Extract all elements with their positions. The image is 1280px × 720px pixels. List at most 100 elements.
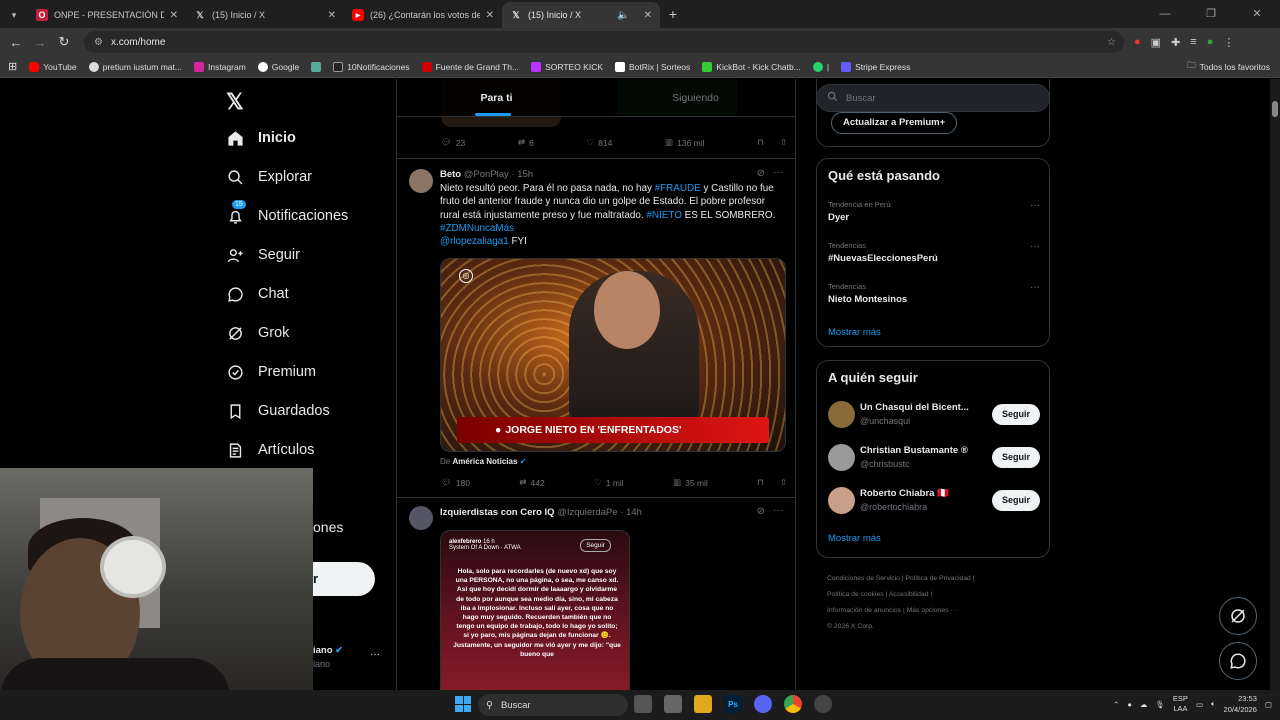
- premium-upgrade-button[interactable]: Actualizar a Premium+: [831, 112, 958, 134]
- grok-icon[interactable]: ⊘: [757, 168, 765, 179]
- more-icon[interactable]: ···: [1030, 241, 1040, 252]
- tab-for-you[interactable]: Para ti: [397, 79, 596, 116]
- bookmark-pretium[interactable]: pretium iustum mat...: [88, 61, 182, 72]
- author-name[interactable]: Beto: [440, 169, 461, 180]
- chrome-icon[interactable]: [784, 695, 802, 713]
- url-field[interactable]: ⚙ x.com/home ☆: [84, 31, 1124, 53]
- bookmark-whatsapp[interactable]: |: [812, 61, 829, 72]
- clock[interactable]: 23:53 20/4/2026: [1224, 693, 1257, 715]
- bookmark-youtube[interactable]: YouTube: [29, 61, 77, 72]
- bookmark-10notificaciones[interactable]: 10Notificaciones: [333, 61, 410, 72]
- bookmark-stripe[interactable]: Stripe Express: [841, 61, 910, 72]
- close-icon[interactable]: ✕: [328, 10, 336, 21]
- more-icon[interactable]: ···: [773, 167, 783, 178]
- profile-icon[interactable]: ●: [1207, 36, 1214, 49]
- more-icon[interactable]: ···: [1030, 282, 1040, 293]
- nav-grok[interactable]: Grok: [226, 324, 289, 342]
- discord-icon[interactable]: [754, 695, 772, 713]
- ads-info-link[interactable]: Información de anuncios: [827, 607, 901, 614]
- nav-bookmarks[interactable]: Guardados: [226, 402, 330, 420]
- reply-button[interactable]: 💬︎ 23: [441, 137, 465, 148]
- post-image-story[interactable]: alexfebrero 16 h System Of A Down · ATWA …: [440, 530, 630, 690]
- bookmark-icon[interactable]: ⊓: [757, 477, 764, 488]
- privacy-link[interactable]: Política de Privacidad: [905, 575, 970, 582]
- bookmark-unnamed[interactable]: [311, 61, 322, 72]
- suggested-user[interactable]: Christian Bustamante ® @chrisbustc Segui…: [828, 444, 1040, 474]
- tab-x-active[interactable]: 𝕏 (15) Inicio / X 🔈 ✕: [502, 2, 660, 28]
- hashtag-link[interactable]: #FRAUDE: [655, 183, 701, 194]
- tab-youtube[interactable]: ▶ (26) ¿Contarán los votos de ac ✕: [344, 2, 502, 28]
- follow-button[interactable]: Seguir: [991, 490, 1040, 511]
- windows-start-icon[interactable]: [455, 696, 471, 712]
- tab-x-1[interactable]: 𝕏 (15) Inicio / X ✕: [186, 2, 344, 28]
- suggested-user[interactable]: Un Chasqui del Bicent... @unchasqui Segu…: [828, 401, 1040, 431]
- views-button[interactable]: ▥ 35 mil: [673, 477, 708, 488]
- nav-articles[interactable]: Artículos: [226, 441, 314, 459]
- nav-chat[interactable]: Chat: [226, 285, 289, 303]
- taskbar-search[interactable]: ⚲ Buscar: [478, 694, 628, 716]
- repost-button[interactable]: ⇄ 442: [519, 477, 544, 488]
- nav-notifications[interactable]: 15 Notificaciones: [226, 200, 348, 225]
- avatar[interactable]: [828, 444, 855, 471]
- nav-follow[interactable]: Seguir: [226, 246, 300, 264]
- chevron-up-icon[interactable]: ⌃: [1113, 700, 1119, 709]
- close-icon[interactable]: ✕: [170, 10, 178, 21]
- maximize-button[interactable]: ❐: [1188, 0, 1234, 28]
- bookmark-botrix[interactable]: BotRix | Sorteos: [615, 61, 690, 72]
- all-bookmarks[interactable]: 🗀 Todos los favoritos: [1187, 60, 1270, 74]
- post-button[interactable]: r: [313, 562, 375, 596]
- like-button[interactable]: ♡ 814: [587, 137, 613, 148]
- source-name[interactable]: América Noticias: [452, 457, 517, 466]
- app-extra-icon[interactable]: [814, 695, 832, 713]
- post-video[interactable]: ◎ ● JORGE NIETO EN 'ENFRENTADOS': [440, 258, 786, 452]
- author-name[interactable]: Izquierdistas con Cero IQ: [440, 507, 555, 518]
- nav-explore[interactable]: Explorar: [226, 168, 312, 186]
- menu-icon[interactable]: ⋮: [1223, 36, 1234, 49]
- suggested-user[interactable]: Roberto Chiabra 🇵🇪 @robertochiabra Segui…: [828, 487, 1040, 517]
- post-time[interactable]: · 15h: [511, 169, 533, 180]
- tray-app-icon[interactable]: ●: [1127, 700, 1132, 709]
- avatar[interactable]: [409, 506, 433, 530]
- show-more-link[interactable]: Mostrar más: [828, 327, 881, 338]
- grok-icon[interactable]: ⊘: [757, 506, 765, 517]
- follow-button[interactable]: Seguir: [991, 404, 1040, 425]
- tab-following[interactable]: Siguiendo: [596, 79, 795, 116]
- nav-premium[interactable]: Premium: [226, 363, 316, 381]
- apps-icon[interactable]: ⊞: [8, 60, 17, 73]
- repost-button[interactable]: ⇄ 6: [518, 137, 534, 148]
- bookmark-kickbot[interactable]: KickBot - Kick Chatb...: [702, 61, 801, 72]
- more-icon[interactable]: ···: [773, 505, 783, 516]
- hashtag-link[interactable]: #NIETO: [646, 210, 682, 221]
- bookmark-icon[interactable]: ⊓: [757, 137, 764, 148]
- star-icon[interactable]: ☆: [1107, 37, 1116, 48]
- minimize-button[interactable]: —: [1142, 0, 1188, 28]
- reply-button[interactable]: 💬︎ 180: [441, 477, 470, 488]
- views-button[interactable]: ▥ 136 mil: [665, 137, 704, 148]
- bookmark-sorteo-kick[interactable]: SORTEO KICK: [531, 61, 603, 72]
- mention-link[interactable]: @rlopezaliaga1: [440, 236, 509, 247]
- author-handle[interactable]: @PonPlay: [464, 169, 509, 180]
- share-icon[interactable]: ⇧: [780, 137, 787, 148]
- close-icon[interactable]: ✕: [644, 10, 652, 21]
- avatar[interactable]: [828, 487, 855, 514]
- app-icon[interactable]: [664, 695, 682, 713]
- volume-icon[interactable]: 🔈︎: [1211, 699, 1216, 709]
- follow-button[interactable]: Seguir: [991, 447, 1040, 468]
- cookies-link[interactable]: Política de cookies: [827, 591, 884, 598]
- task-view-icon[interactable]: [634, 695, 652, 713]
- share-icon[interactable]: ⇧: [780, 477, 787, 488]
- site-info-icon[interactable]: ⚙: [94, 37, 103, 48]
- trend-item[interactable]: Tendencia en Perú Dyer ···: [828, 200, 1040, 223]
- avatar[interactable]: [828, 401, 855, 428]
- avatar[interactable]: [409, 169, 433, 193]
- file-explorer-icon[interactable]: [694, 695, 712, 713]
- post-beto[interactable]: Beto @PonPlay · 15h ⊘ ··· Nieto resultó …: [397, 158, 795, 498]
- network-icon[interactable]: ▭: [1196, 700, 1203, 709]
- reload-icon[interactable]: ↻: [52, 34, 76, 50]
- messages-fab-button[interactable]: [1219, 642, 1257, 680]
- more-options-link[interactable]: Más opciones ···: [907, 607, 958, 614]
- bookmark-google[interactable]: Google: [257, 61, 299, 72]
- like-button[interactable]: ♡ 1 mil: [594, 477, 624, 488]
- forward-icon[interactable]: →: [28, 35, 52, 50]
- extension-red-icon[interactable]: ●: [1134, 36, 1141, 49]
